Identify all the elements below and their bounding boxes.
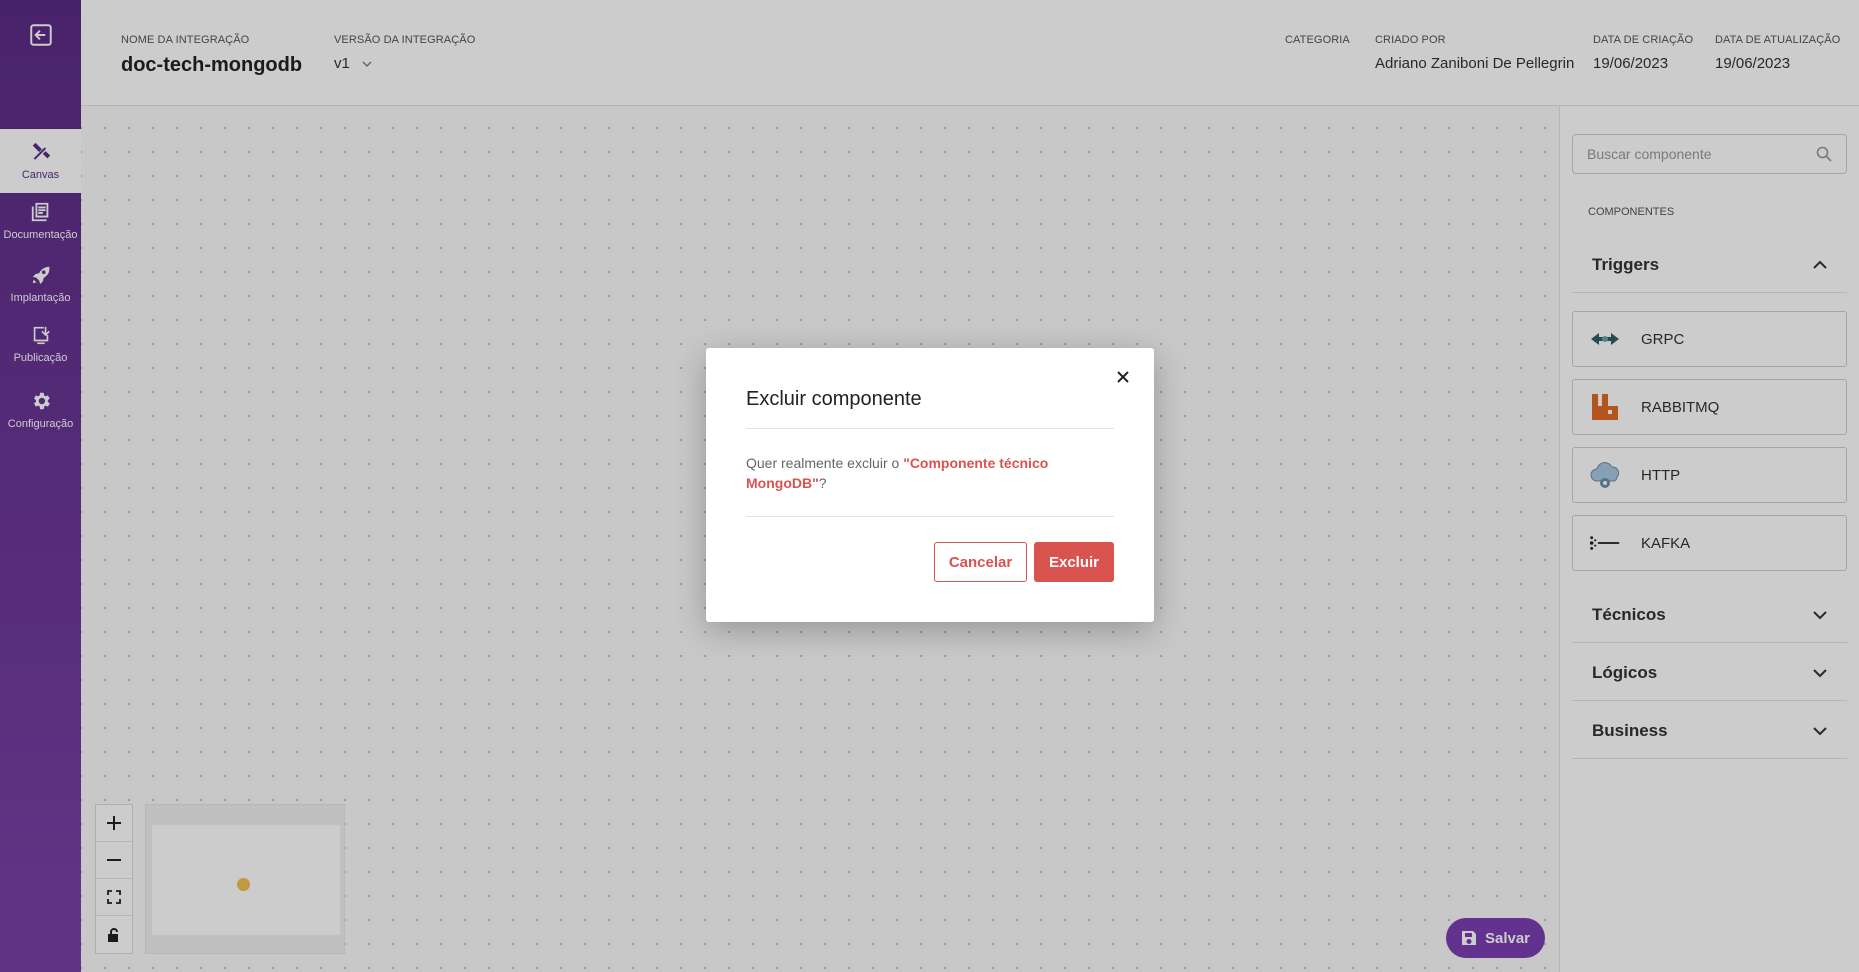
message-suffix: ? [818, 475, 827, 491]
message-prefix: Quer realmente excluir o [746, 455, 904, 471]
divider [746, 516, 1114, 517]
delete-button[interactable]: Excluir [1034, 542, 1114, 582]
cancel-button[interactable]: Cancelar [934, 542, 1027, 582]
delete-component-dialog: Excluir componente Quer realmente exclui… [706, 348, 1154, 622]
close-icon[interactable] [1114, 368, 1132, 386]
dialog-title: Excluir componente [746, 388, 922, 410]
dialog-message: Quer realmente excluir o "Componente téc… [746, 453, 1076, 493]
divider [746, 428, 1114, 429]
